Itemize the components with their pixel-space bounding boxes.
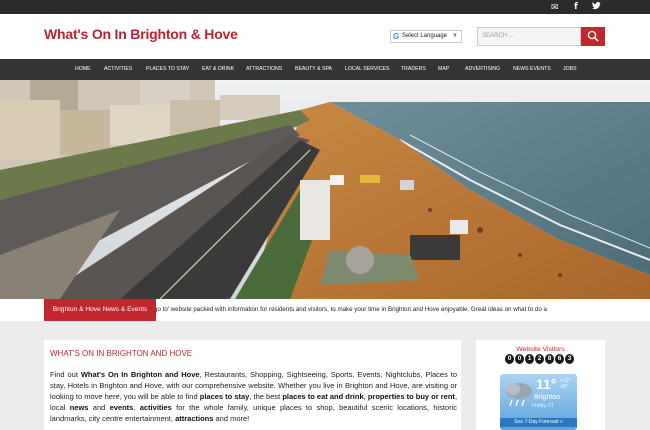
nav-activities[interactable]: ACTIVITIES: [104, 59, 132, 80]
weather-hilo: +12° +8°: [560, 378, 571, 390]
sidebar-widgets: Website Visitors 0 0 1 2 8 6 3 11° +12° +…: [476, 340, 605, 430]
counter-digit: 1: [525, 354, 534, 364]
nav-eat-drink[interactable]: EAT & DRINK: [202, 59, 234, 80]
chevron-down-icon: ▼: [452, 33, 458, 39]
link-properties[interactable]: properties to buy or rent: [368, 392, 455, 401]
main-nav: HOME ACTIVITIES PLACES TO STAY EAT & DRI…: [0, 59, 650, 80]
hero-image: [0, 80, 650, 299]
language-select[interactable]: G Select Language ▼: [390, 30, 462, 43]
counter-digit: 0: [505, 354, 514, 364]
google-g-icon: G: [393, 32, 400, 41]
link-activities[interactable]: activities: [140, 403, 172, 412]
weather-date: Friday, 01: [532, 403, 554, 409]
ticker-text[interactable]: go to' website packed with information f…: [154, 299, 609, 321]
counter-digit: 6: [555, 354, 564, 364]
intro-section: WHAT'S ON IN BRIGHTON AND HOVE Find out …: [44, 340, 461, 430]
link-events[interactable]: events: [110, 403, 134, 412]
counter-digit: 3: [565, 354, 574, 364]
counter-digit: 2: [535, 354, 544, 364]
nav-beauty-spa[interactable]: BEAUTY & SPA: [295, 59, 332, 80]
ticker-label[interactable]: Brighton & Hove News & Events: [44, 299, 156, 321]
search-input[interactable]: SEARCH ...: [477, 27, 581, 46]
twitter-icon[interactable]: [592, 1, 601, 13]
counter-digit: 0: [515, 354, 524, 364]
top-bar: ✉ f: [0, 0, 650, 14]
email-icon[interactable]: ✉: [551, 1, 559, 13]
nav-map[interactable]: MAP: [438, 59, 449, 80]
nav-news-events[interactable]: NEWS EVENTS: [513, 59, 551, 80]
weather-temp: 11°: [536, 376, 557, 392]
site-header: What's On In Brighton & Hove G Select La…: [0, 14, 650, 59]
visitors-title: Website Visitors: [516, 346, 565, 353]
nav-local-services[interactable]: LOCAL SERVICES: [345, 59, 389, 80]
news-ticker: go to' website packed with information f…: [0, 299, 650, 321]
nav-jobs[interactable]: JOBS: [563, 59, 577, 80]
visitor-counter: 0 0 1 2 8 6 3: [505, 354, 574, 365]
nav-advertising[interactable]: ADVERTISING: [465, 59, 500, 80]
link-attractions[interactable]: attractions: [175, 414, 213, 423]
nav-home[interactable]: HOME: [75, 59, 91, 80]
forecast-link[interactable]: See 7-Day Forecast »: [500, 418, 577, 427]
intro-text: Find out What's On In Brighton and Hove,…: [50, 370, 458, 423]
site-logo[interactable]: What's On In Brighton & Hove: [44, 26, 238, 42]
page-title: WHAT'S ON IN BRIGHTON AND HOVE: [50, 349, 193, 358]
facebook-icon[interactable]: f: [574, 1, 578, 13]
search-icon: [587, 30, 599, 42]
nav-attractions[interactable]: ATTRACTIONS: [246, 59, 282, 80]
rain-cloud-icon: [506, 383, 532, 407]
link-news[interactable]: news: [70, 403, 89, 412]
language-select-label: Select Language: [402, 33, 448, 39]
nav-places-to-stay[interactable]: PLACES TO STAY: [146, 59, 189, 80]
weather-widget[interactable]: 11° +12° +8° Brighton Friday, 01 See 7-Da…: [500, 374, 577, 430]
intro-bold-whats-on: What's On In Brighton and Hove: [80, 370, 200, 379]
counter-digit: 8: [545, 354, 554, 364]
link-places-to-eat[interactable]: places to eat and drink: [282, 392, 363, 401]
link-places-to-stay[interactable]: places to stay: [200, 392, 250, 401]
search-button[interactable]: [581, 27, 605, 46]
weather-city: Brighton: [534, 394, 561, 401]
nav-traders[interactable]: TRADERS: [401, 59, 426, 80]
